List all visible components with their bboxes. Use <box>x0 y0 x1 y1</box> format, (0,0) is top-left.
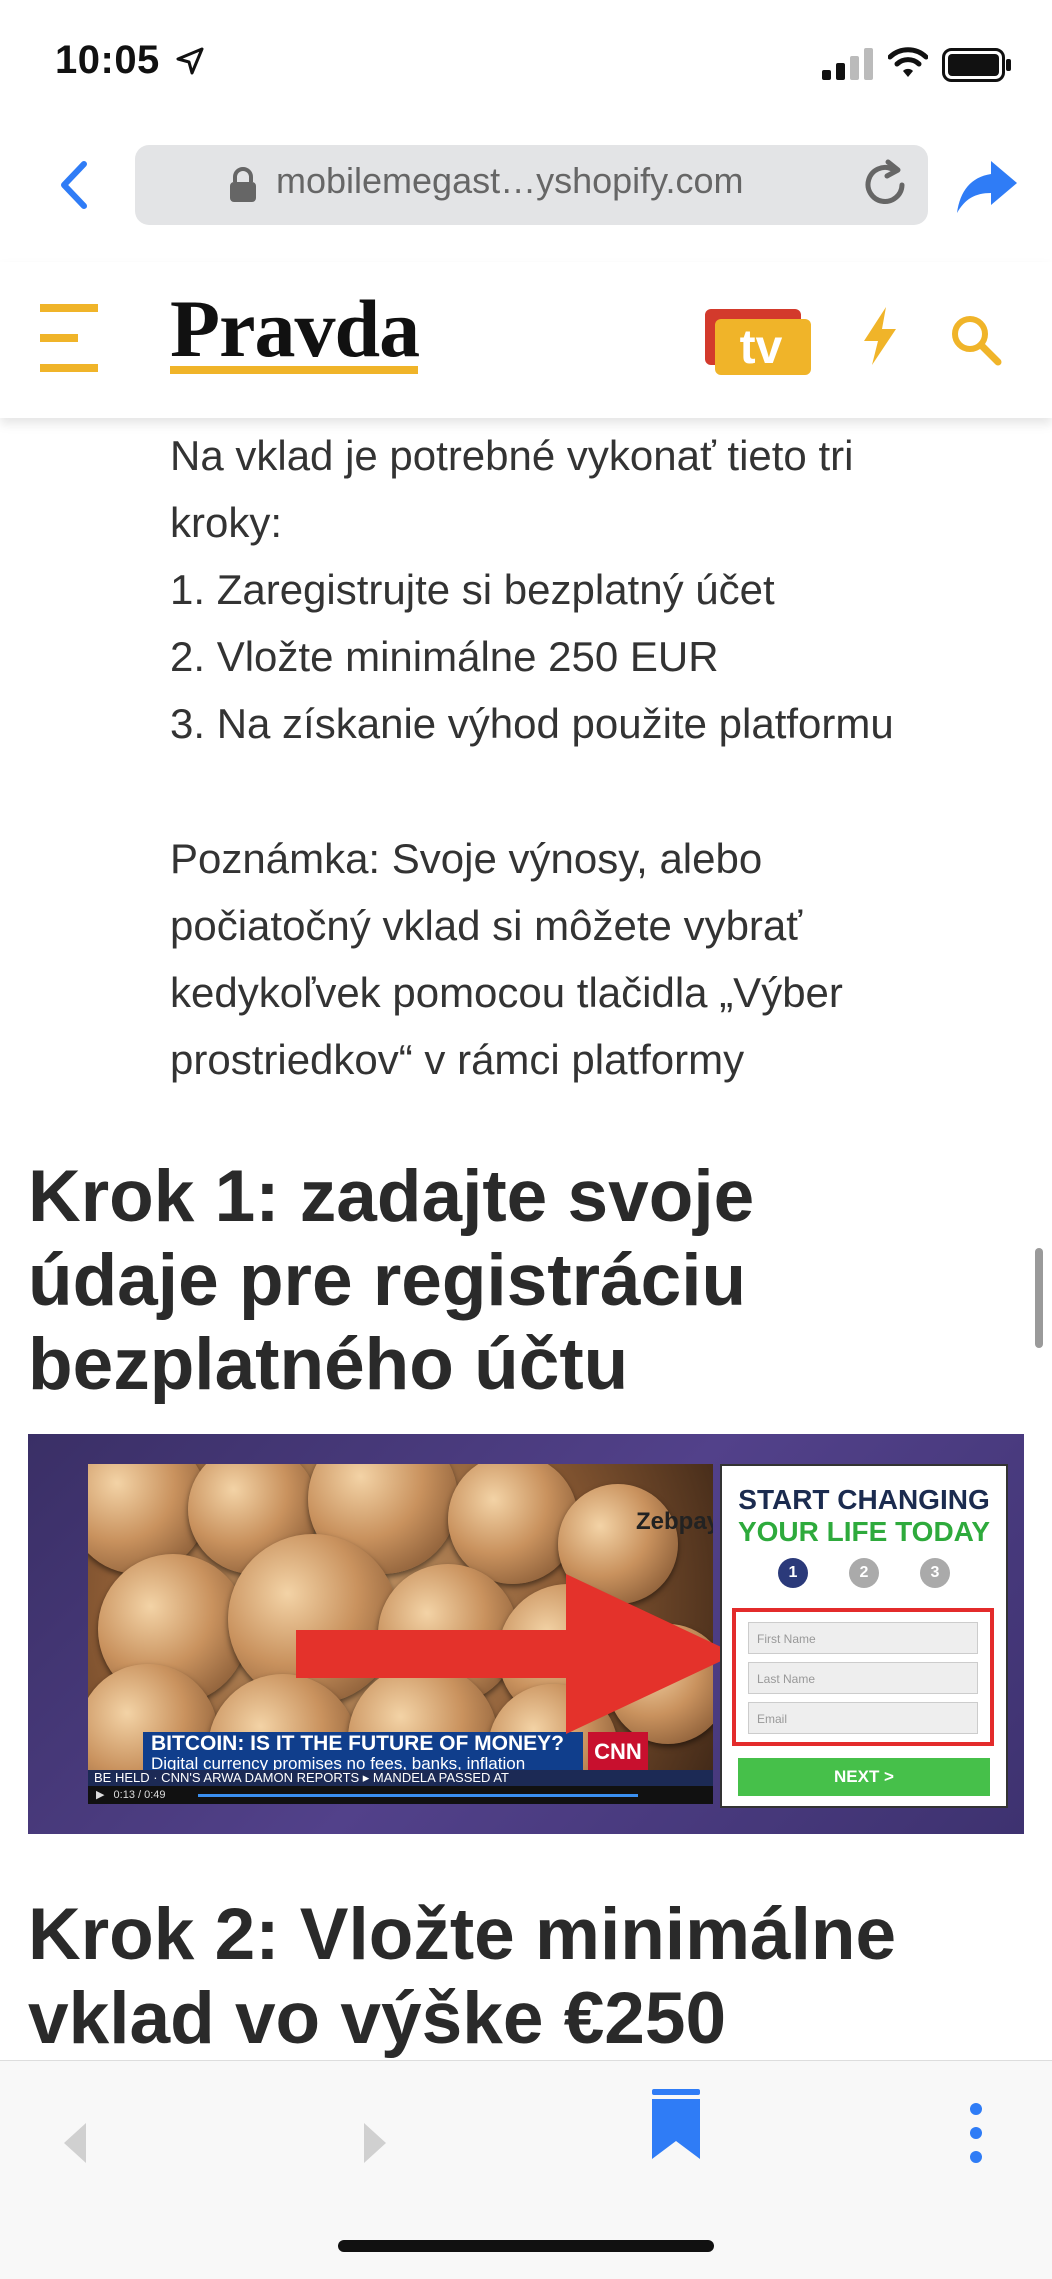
note-line: počiatočný vklad si môžete vybrať <box>170 902 803 949</box>
heading-line: Krok 2: Vložte minimálne <box>28 1894 897 1975</box>
intro-paragraph: Na vklad je potrebné vykonať tieto tri k… <box>170 422 894 757</box>
registration-banner-image[interactable]: Zebpay BITCOIN: IS IT THE FUTURE OF MONE… <box>28 1434 1024 1834</box>
intro-line: 2. Vložte minimálne 250 EUR <box>170 633 719 680</box>
status-time: 10:05 <box>55 38 160 82</box>
tv-label: tv <box>740 321 783 374</box>
search-icon[interactable] <box>948 312 1002 366</box>
step1-heading: Krok 1: zadajte svoje údaje pre registrá… <box>28 1155 754 1407</box>
heading-line: údaje pre registráciu <box>28 1240 747 1321</box>
email-field[interactable]: Email <box>748 1702 978 1734</box>
battery-icon <box>942 48 1011 82</box>
heading-line: bezplatného účtu <box>28 1324 629 1405</box>
ticker-title: BITCOIN: IS IT THE FUTURE OF MONEY? <box>151 1732 564 1755</box>
share-icon[interactable] <box>955 157 1021 217</box>
toolbar-forward-icon[interactable] <box>360 2121 390 2165</box>
note-line: Poznámka: Svoje výnosy, alebo <box>170 835 763 882</box>
intro-line: Na vklad je potrebné vykonať tieto tri <box>170 432 854 479</box>
step-indicator: 2 <box>849 1558 879 1588</box>
reload-icon[interactable] <box>858 158 912 212</box>
highlighted-fields: First Name Last Name Email <box>732 1608 994 1746</box>
cellular-signal-icon <box>822 48 873 80</box>
note-line: prostriedkov“ v rámci platformy <box>170 1036 745 1083</box>
intro-line: 3. Na získanie výhod použite platformu <box>170 700 894 747</box>
intro-line: 1. Zaregistrujte si bezplatný účet <box>170 566 775 613</box>
step2-heading: Krok 2: Vložte minimálne vklad vo výške … <box>28 1893 896 2061</box>
logo-underline <box>170 366 418 374</box>
first-name-field[interactable]: First Name <box>748 1622 978 1654</box>
step-indicator: 3 <box>920 1558 950 1588</box>
heading-line: Krok 1: zadajte svoje <box>28 1156 755 1237</box>
browser-back-icon[interactable] <box>54 160 94 210</box>
step-indicator: 1 <box>778 1558 808 1588</box>
last-name-field[interactable]: Last Name <box>748 1662 978 1694</box>
form-title: START CHANGING <box>738 1484 990 1515</box>
home-indicator[interactable] <box>338 2240 714 2252</box>
more-options-icon[interactable] <box>968 2101 984 2171</box>
site-header: Pravda tv <box>0 262 1052 418</box>
player-time: 0:13 / 0:49 <box>113 1789 166 1801</box>
brand-watermark: Zebpay <box>636 1508 713 1535</box>
form-steps: 1 2 3 <box>772 1558 956 1590</box>
next-button[interactable]: NEXT > <box>738 1758 990 1796</box>
location-arrow-icon <box>176 47 204 75</box>
url-text[interactable]: mobilemegast…yshopify.com <box>276 160 744 202</box>
menu-icon[interactable] <box>40 302 98 374</box>
play-icon[interactable]: ▶ <box>88 1789 104 1801</box>
intro-line: kroky: <box>170 499 283 546</box>
seek-bar[interactable] <box>198 1794 638 1797</box>
news-ticker: BITCOIN: IS IT THE FUTURE OF MONEY? Digi… <box>143 1732 583 1773</box>
wifi-icon <box>888 47 928 77</box>
tv-badge-icon[interactable]: tv <box>705 305 811 377</box>
note-line: kedykoľvek pomocou tlačidla „Výber <box>170 969 843 1016</box>
network-logo: CNN <box>588 1732 648 1772</box>
signup-form: START CHANGING YOUR LIFE TODAY 1 2 3 Fir… <box>720 1464 1008 1808</box>
lock-icon <box>230 167 256 202</box>
news-crawl: BE HELD · CNN'S ARWA DAMON REPORTS ▸ MAN… <box>88 1770 713 1786</box>
note-paragraph: Poznámka: Svoje výnosy, alebo počiatočný… <box>170 825 843 1093</box>
lightning-icon[interactable] <box>862 307 898 365</box>
toolbar-back-icon[interactable] <box>60 2121 90 2165</box>
bookmark-icon[interactable] <box>652 2089 700 2159</box>
red-arrow-icon <box>296 1574 736 1734</box>
heading-line: vklad vo výške €250 <box>28 1978 727 2059</box>
scroll-indicator[interactable] <box>1035 1248 1043 1348</box>
site-logo[interactable]: Pravda <box>170 282 420 376</box>
form-subtitle: YOUR LIFE TODAY <box>737 1516 991 1547</box>
